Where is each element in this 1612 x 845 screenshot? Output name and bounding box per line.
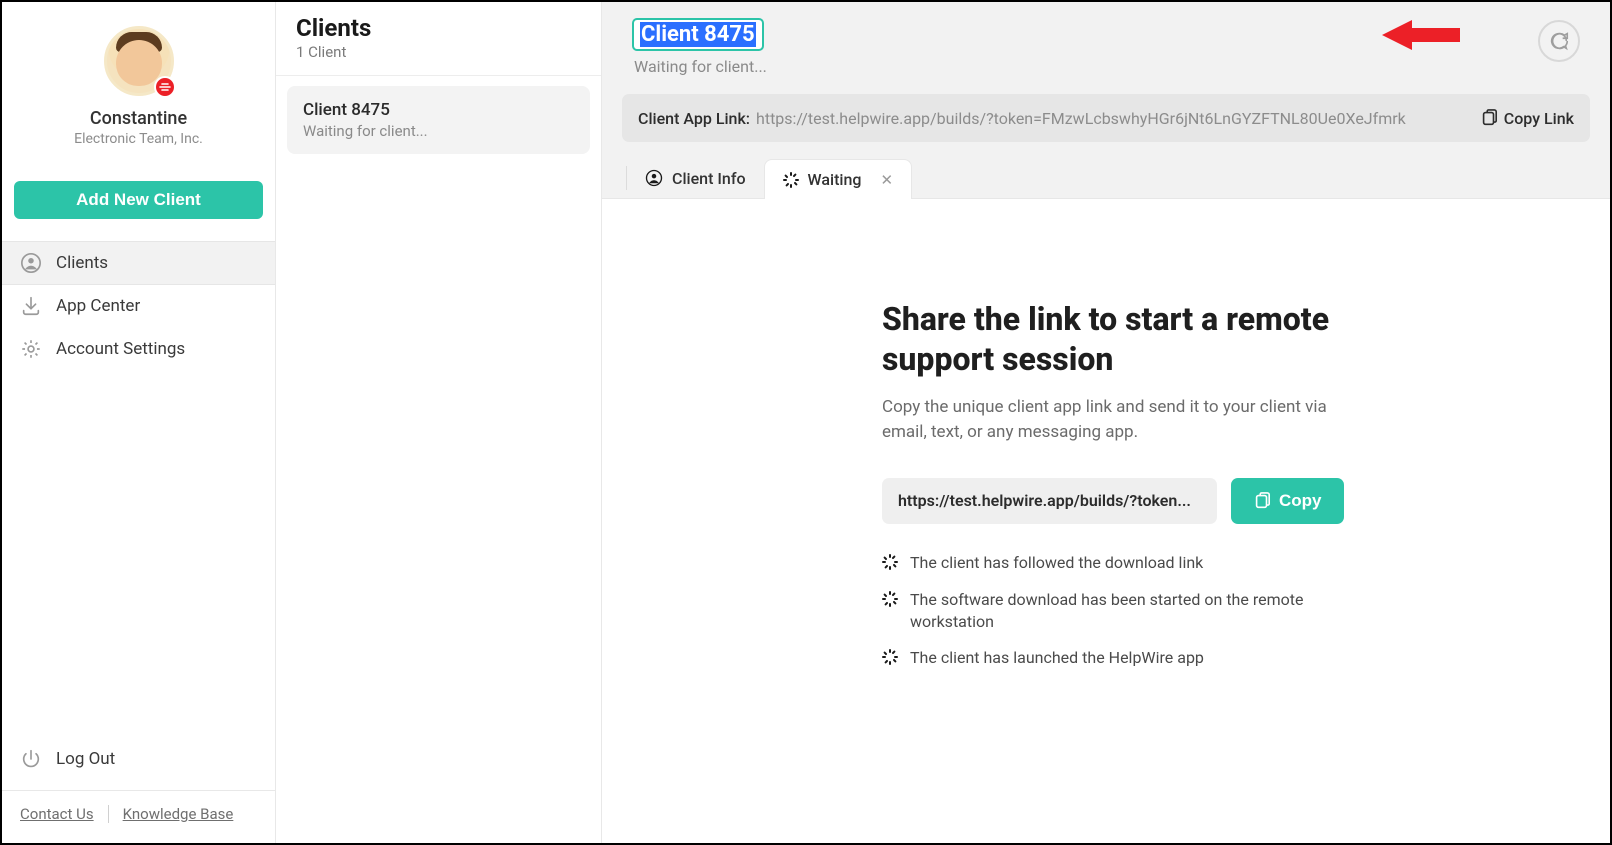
nav-item-clients[interactable]: Clients [2,241,275,285]
tabs: Client Info Waiting ✕ [602,142,1610,199]
copy-icon [1480,109,1498,127]
clients-count: 1 Client [296,43,581,61]
nav-label: Clients [56,253,108,273]
spinner-icon [882,591,898,607]
profile-block: Constantine Electronic Team, Inc. [2,26,275,163]
share-url-field[interactable]: https://test.helpwire.app/builds/?token.… [882,478,1217,524]
logout-button[interactable]: Log Out [2,738,275,790]
tab-close-button[interactable]: ✕ [880,171,893,189]
user-circle-icon [20,252,42,274]
share-description: Copy the unique client app link and send… [882,395,1342,444]
link-bar-label: Client App Link: [638,109,750,128]
client-card-subtitle: Waiting for client... [303,122,574,140]
footer-separator [108,805,109,823]
logout-label: Log Out [56,749,115,769]
download-icon [20,295,42,317]
main-header: Client 8475 Waiting for client... [602,2,1610,86]
client-subtitle: Waiting for client... [634,57,1580,76]
tab-client-info[interactable]: Client Info [627,158,764,198]
contact-us-link[interactable]: Contact Us [20,805,94,823]
client-title-input[interactable]: Client 8475 [632,18,764,51]
status-step: The software download has been started o… [882,589,1362,634]
clients-title: Clients [296,14,581,42]
chat-icon [1548,30,1570,52]
client-card-title: Client 8475 [303,100,574,120]
knowledge-base-link[interactable]: Knowledge Base [123,805,234,823]
clients-column: Clients 1 Client Client 8475 Waiting for… [276,2,602,843]
copy-link-button[interactable]: Copy Link [1480,109,1574,128]
footer-links: Contact Us Knowledge Base [2,790,275,843]
copy-link-label: Copy Link [1504,109,1574,128]
client-app-link-bar: Client App Link: https://test.helpwire.a… [622,94,1590,142]
sidebar: Constantine Electronic Team, Inc. Add Ne… [2,2,276,843]
main-panel: Client 8475 Waiting for client... Client… [602,2,1610,843]
copy-button[interactable]: Copy [1231,478,1344,524]
nav-label: App Center [56,296,140,316]
status-steps: The client has followed the download lin… [882,552,1362,670]
user-org: Electronic Team, Inc. [74,131,203,147]
nav-item-app-center[interactable]: App Center [2,285,275,328]
tab-label: Waiting [808,170,862,189]
link-bar-url[interactable]: https://test.helpwire.app/builds/?token=… [756,109,1474,128]
step-text: The client has launched the HelpWire app [910,647,1204,669]
close-icon: ✕ [880,171,893,189]
status-step: The client has followed the download lin… [882,552,1362,574]
avatar[interactable] [104,26,174,96]
main-body: Share the link to start a remote support… [602,199,1610,843]
nav-label: Account Settings [56,339,185,359]
share-link-row: https://test.helpwire.app/builds/?token.… [882,478,1550,524]
client-title-text: Client 8475 [640,22,756,47]
client-card[interactable]: Client 8475 Waiting for client... [287,86,590,154]
status-step: The client has launched the HelpWire app [882,647,1362,669]
copy-button-label: Copy [1279,491,1322,511]
add-new-client-button[interactable]: Add New Client [14,181,263,219]
sidebar-nav: Clients App Center Account Settings [2,241,275,371]
user-name: Constantine [90,108,187,129]
avatar-badge-icon [154,76,176,98]
copy-icon [1253,492,1271,510]
chat-button[interactable] [1538,20,1580,62]
share-title: Share the link to start a remote support… [882,299,1362,379]
tab-label: Client Info [672,169,746,188]
nav-item-account-settings[interactable]: Account Settings [2,328,275,371]
spinner-icon [882,554,898,570]
spinner-icon [882,649,898,665]
tab-waiting[interactable]: Waiting ✕ [764,159,913,199]
user-icon [645,169,663,187]
spinner-icon [783,172,799,188]
power-icon [20,748,42,770]
gear-icon [20,338,42,360]
clients-header: Clients 1 Client [276,2,601,76]
red-arrow-annotation [1382,17,1460,53]
step-text: The software download has been started o… [910,589,1362,634]
step-text: The client has followed the download lin… [910,552,1203,574]
